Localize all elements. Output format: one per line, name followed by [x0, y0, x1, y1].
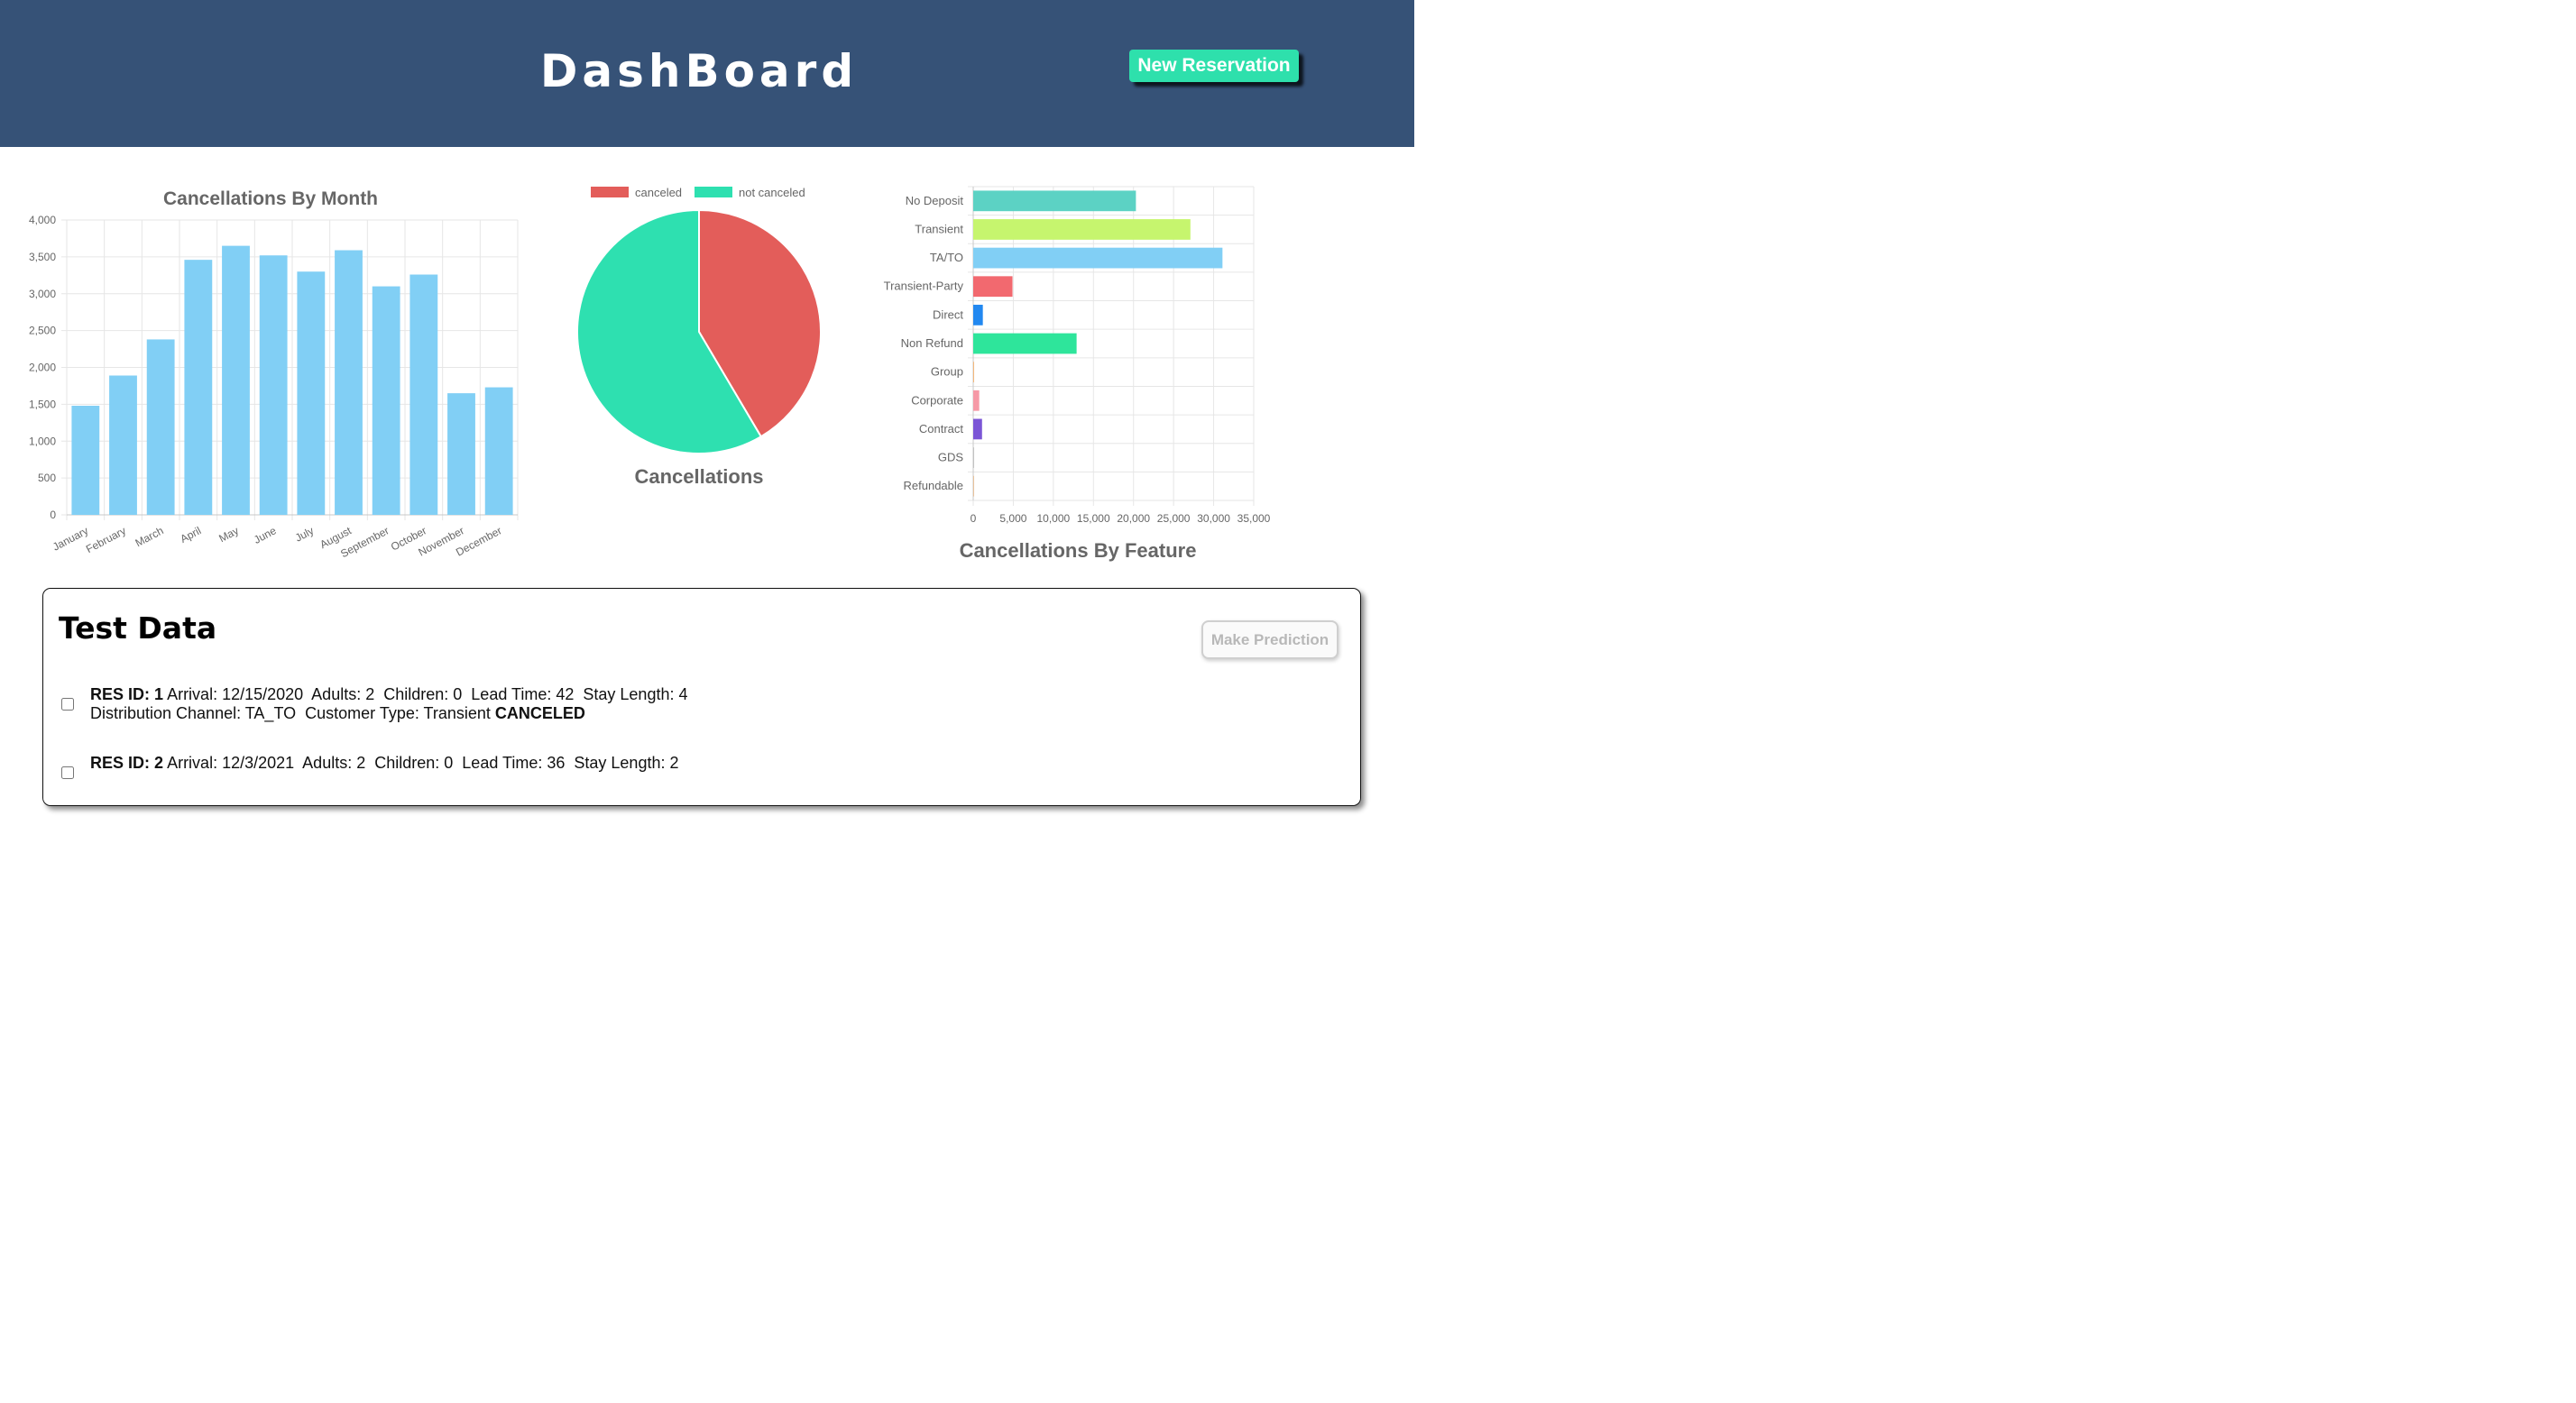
- y-tick-label: Direct: [933, 307, 963, 321]
- status-text: CANCELED: [494, 704, 585, 722]
- lead-time-text: Lead Time: 36: [462, 754, 566, 772]
- x-tick-label: 30,000: [1197, 512, 1230, 525]
- month-bar: [335, 250, 363, 515]
- adults-text: Adults: 2: [311, 685, 375, 703]
- x-tick-label: 10,000: [1037, 512, 1071, 525]
- res-id-value: 2: [154, 754, 164, 772]
- month-bar: [409, 274, 438, 515]
- y-tick-label: 1,500: [29, 398, 56, 410]
- y-tick-label: 2,000: [29, 362, 56, 374]
- x-tick-label: 15,000: [1077, 512, 1110, 525]
- channel-text: Distribution Channel: TA_TO: [90, 704, 297, 722]
- arrival-text: Arrival: 12/15/2020: [167, 685, 304, 703]
- children-text: Children: 0: [374, 754, 454, 772]
- y-tick-label: 3,000: [29, 288, 56, 300]
- y-tick-label: Group: [931, 365, 963, 379]
- x-tick-label: June: [252, 524, 279, 546]
- res-id-label: RES ID:: [90, 685, 151, 703]
- record-checkbox[interactable]: [61, 766, 74, 779]
- month-bar: [109, 375, 137, 515]
- stay-length-text: Stay Length: 2: [574, 754, 679, 772]
- feature-bar: [973, 247, 1223, 269]
- test-data-panel: Test Data Make Prediction RES ID: 1 Arri…: [42, 588, 1361, 806]
- charts-area: Cancellations By Month 0 500 1,000 1,500 2,0…: [29, 186, 1271, 562]
- month-bar: [447, 393, 475, 515]
- pie-chart-title: Cancellations: [634, 465, 763, 488]
- children-text: Children: 0: [383, 685, 463, 703]
- legend-swatch-not-canceled: [695, 187, 732, 197]
- legend-swatch-canceled: [591, 187, 629, 197]
- month-chart-title: Cancellations By Month: [163, 188, 378, 209]
- record-checkbox[interactable]: [61, 698, 74, 711]
- record-text: RES ID: 1 Arrival: 12/15/2020 Adults: 2 …: [90, 685, 687, 723]
- x-tick-label: May: [216, 524, 241, 545]
- x-tick-label: 0: [971, 512, 977, 525]
- x-tick-label: April: [178, 524, 203, 546]
- feature-bar: [973, 418, 982, 440]
- x-tick-label: 20,000: [1117, 512, 1150, 525]
- y-tick-label: Non Refund: [901, 336, 963, 350]
- month-bar: [146, 339, 175, 515]
- month-bar: [184, 260, 213, 515]
- month-bar: [484, 387, 513, 515]
- feature-bar: [973, 447, 974, 468]
- y-tick-label: Refundable: [904, 479, 964, 492]
- customer-type-text: Customer Type: Transient: [305, 704, 491, 722]
- x-tick-label: 25,000: [1157, 512, 1191, 525]
- legend-label-not-canceled: not canceled: [739, 186, 805, 199]
- y-tick-label: Contract: [919, 422, 964, 436]
- feature-bar: [973, 304, 983, 326]
- feature-bar: [973, 219, 1191, 240]
- y-tick-label: 2,500: [29, 325, 56, 337]
- legend-label-canceled: canceled: [635, 186, 682, 199]
- feature-bar: [973, 333, 1077, 354]
- feature-bar: [973, 390, 980, 411]
- feature-chart-title: Cancellations By Feature: [960, 539, 1197, 562]
- feature-bar: [973, 475, 974, 497]
- adults-text: Adults: 2: [302, 754, 366, 772]
- feature-bar: [973, 362, 974, 383]
- feature-chart: Cancellations By Feature 0 5,000 10,000 15,…: [884, 186, 1271, 562]
- record-text: RES ID: 2 Arrival: 12/3/2021 Adults: 2 C…: [90, 754, 678, 773]
- pie-chart: canceled not canceled Cancellations: [576, 186, 822, 488]
- x-tick-label: February: [84, 524, 128, 555]
- month-chart: Cancellations By Month 0 500 1,000 1,500 2,0…: [29, 188, 519, 560]
- y-tick-label: 3,500: [29, 251, 56, 263]
- month-bar: [71, 406, 100, 515]
- month-bar: [259, 255, 288, 515]
- x-tick-label: January: [51, 524, 90, 553]
- lead-time-text: Lead Time: 42: [471, 685, 575, 703]
- y-tick-label: 500: [38, 472, 56, 484]
- y-tick-label: Corporate: [911, 393, 963, 407]
- header-bar: DashBoard New Reservation: [0, 0, 1414, 147]
- month-bar: [372, 286, 400, 515]
- new-reservation-button[interactable]: New Reservation: [1129, 50, 1299, 82]
- res-id-label: RES ID:: [90, 754, 151, 772]
- res-id-value: 1: [154, 685, 164, 703]
- y-tick-label: Transient: [915, 222, 963, 235]
- x-tick-label: March: [133, 524, 166, 549]
- y-tick-label: TA/TO: [930, 251, 963, 264]
- feature-bar: [973, 276, 1013, 298]
- stay-length-text: Stay Length: 4: [583, 685, 688, 703]
- x-tick-label: July: [293, 524, 316, 544]
- feature-bar: [973, 190, 1136, 212]
- y-tick-label: 1,000: [29, 435, 56, 447]
- y-tick-label: No Deposit: [906, 194, 964, 207]
- y-tick-label: 4,000: [29, 214, 56, 226]
- y-tick-label: Transient-Party: [884, 280, 964, 293]
- make-prediction-button[interactable]: Make Prediction: [1201, 620, 1339, 659]
- arrival-text: Arrival: 12/3/2021: [167, 754, 295, 772]
- month-bar: [297, 271, 326, 515]
- y-tick-label: 0: [50, 509, 56, 521]
- month-bar: [222, 245, 250, 515]
- x-tick-label: 35,000: [1237, 512, 1271, 525]
- x-tick-label: 5,000: [999, 512, 1026, 525]
- y-tick-label: GDS: [938, 451, 964, 464]
- test-data-title: Test Data: [59, 610, 217, 646]
